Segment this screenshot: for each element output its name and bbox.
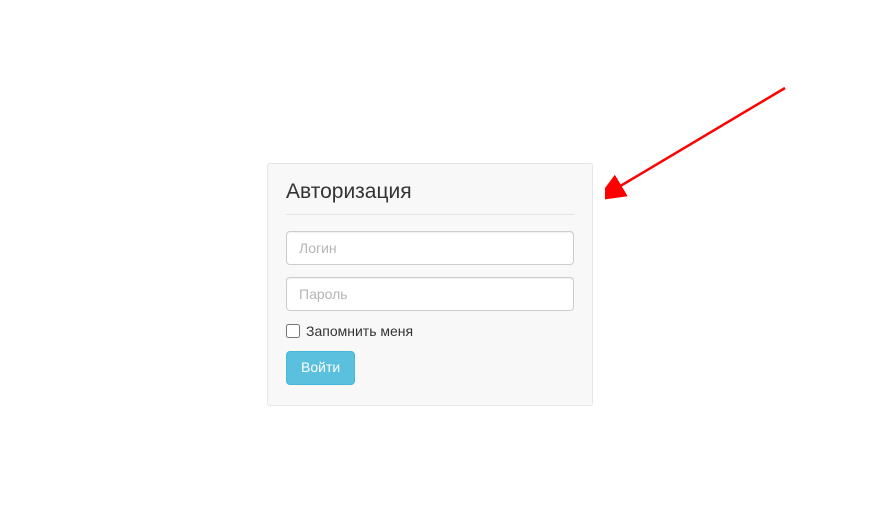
remember-row[interactable]: Запомнить меня <box>286 323 574 339</box>
arrow-annotation-icon <box>605 80 795 200</box>
username-input[interactable] <box>286 231 574 265</box>
login-button[interactable]: Войти <box>286 351 355 385</box>
remember-checkbox[interactable] <box>286 324 300 338</box>
password-input[interactable] <box>286 277 574 311</box>
login-title: Авторизация <box>286 180 574 215</box>
remember-label: Запомнить меня <box>306 323 413 339</box>
login-panel: Авторизация Запомнить меня Войти <box>267 163 593 406</box>
